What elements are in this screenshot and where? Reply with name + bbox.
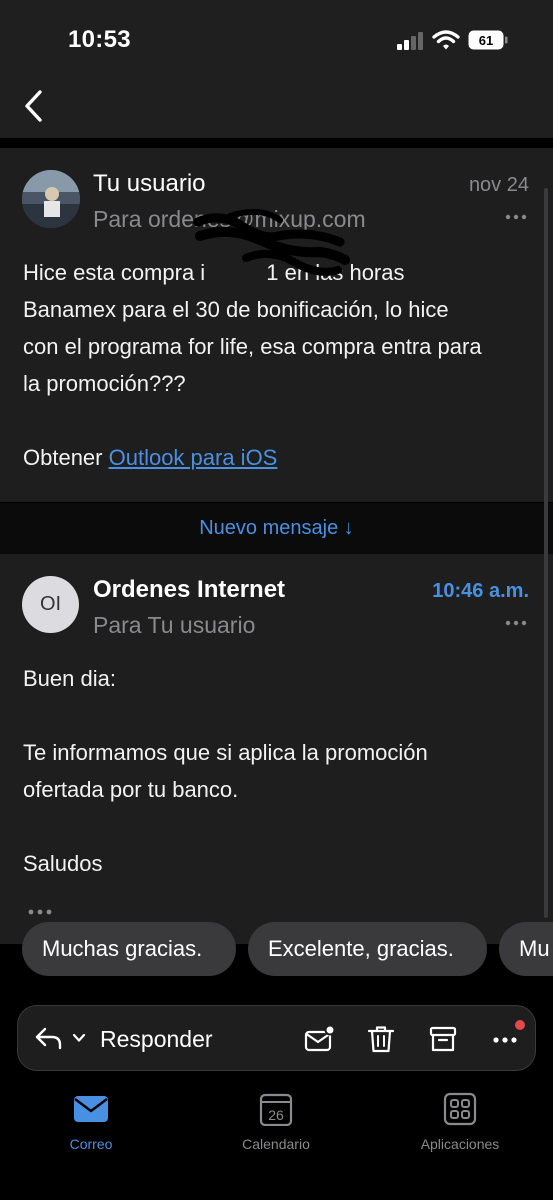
message-date: 10:46 a.m.	[432, 580, 529, 602]
tab-correo[interactable]: Correo	[31, 1092, 151, 1152]
quick-reply-chip[interactable]: Mu	[499, 922, 553, 976]
chevron-down-icon[interactable]	[72, 1033, 86, 1043]
header-divider	[0, 138, 553, 148]
body-line: Saludos	[23, 851, 103, 876]
signature-prefix: Obtener	[23, 445, 109, 470]
battery-icon: 61	[468, 30, 508, 50]
body-line: con el programa for life, esa compra ent…	[23, 334, 482, 359]
calendar-day: 26	[268, 1107, 284, 1123]
avatar	[22, 170, 80, 228]
archive-icon[interactable]	[428, 1024, 458, 1054]
notification-dot	[515, 1020, 525, 1030]
signal-icon	[397, 32, 423, 50]
quick-reply-chip[interactable]: Excelente, gracias.	[248, 922, 487, 976]
redaction-scribble	[193, 208, 350, 276]
tab-label: Correo	[69, 1136, 113, 1152]
message-body: Buen dia: Te informamos que si aplica la…	[23, 660, 533, 882]
wifi-icon	[432, 30, 460, 50]
body-line: Buen dia:	[23, 666, 116, 691]
more-options-icon[interactable]	[505, 620, 527, 626]
mark-unread-icon[interactable]	[304, 1024, 334, 1054]
signature: Obtener Outlook para iOS	[23, 439, 533, 476]
tab-label: Calendario	[242, 1136, 310, 1152]
reply-icon[interactable]	[34, 1026, 62, 1050]
mail-icon	[74, 1096, 108, 1122]
tab-calendario[interactable]: 26 Calendario	[216, 1092, 336, 1152]
message-card[interactable]: Tu usuario Para ordenes@mixup.com nov 24…	[0, 148, 553, 502]
sender-name: Tu usuario	[93, 170, 206, 197]
body-line: ofertada por tu banco.	[23, 777, 239, 802]
calendar-icon: 26	[259, 1093, 293, 1126]
apps-icon	[443, 1092, 477, 1126]
show-quoted-text-icon[interactable]	[28, 909, 52, 915]
outlook-link[interactable]: Outlook para iOS	[109, 445, 278, 470]
reply-toolbar: Responder	[17, 1005, 536, 1071]
message-date: nov 24	[468, 174, 529, 196]
more-options-icon[interactable]	[505, 214, 527, 220]
body-line: Te informamos que si aplica la promoción	[23, 740, 428, 765]
back-arrow-icon[interactable]	[20, 88, 48, 124]
message-card[interactable]: OI Ordenes Internet Para Tu usuario 10:4…	[0, 554, 553, 944]
tab-aplicaciones[interactable]: Aplicaciones	[400, 1092, 520, 1152]
header: 10:53 61	[0, 0, 553, 138]
tab-label: Aplicaciones	[420, 1136, 500, 1152]
reply-button[interactable]: Responder	[100, 1026, 213, 1053]
body-line: la promoción???	[23, 371, 186, 396]
scrollbar[interactable]	[544, 188, 548, 918]
body-line: Banamex para el 30 de bonificación, lo h…	[23, 297, 449, 322]
avatar: OI	[22, 576, 79, 633]
status-time: 10:53	[68, 26, 131, 53]
recipient: Para Tu usuario	[93, 612, 256, 638]
trash-icon[interactable]	[366, 1024, 396, 1054]
sender-name: Ordenes Internet	[93, 576, 286, 603]
new-message-button[interactable]: Nuevo mensaje ↓	[0, 503, 553, 554]
quick-reply-chip[interactable]: Muchas gracias.	[22, 922, 236, 976]
battery-level: 61	[479, 33, 493, 48]
